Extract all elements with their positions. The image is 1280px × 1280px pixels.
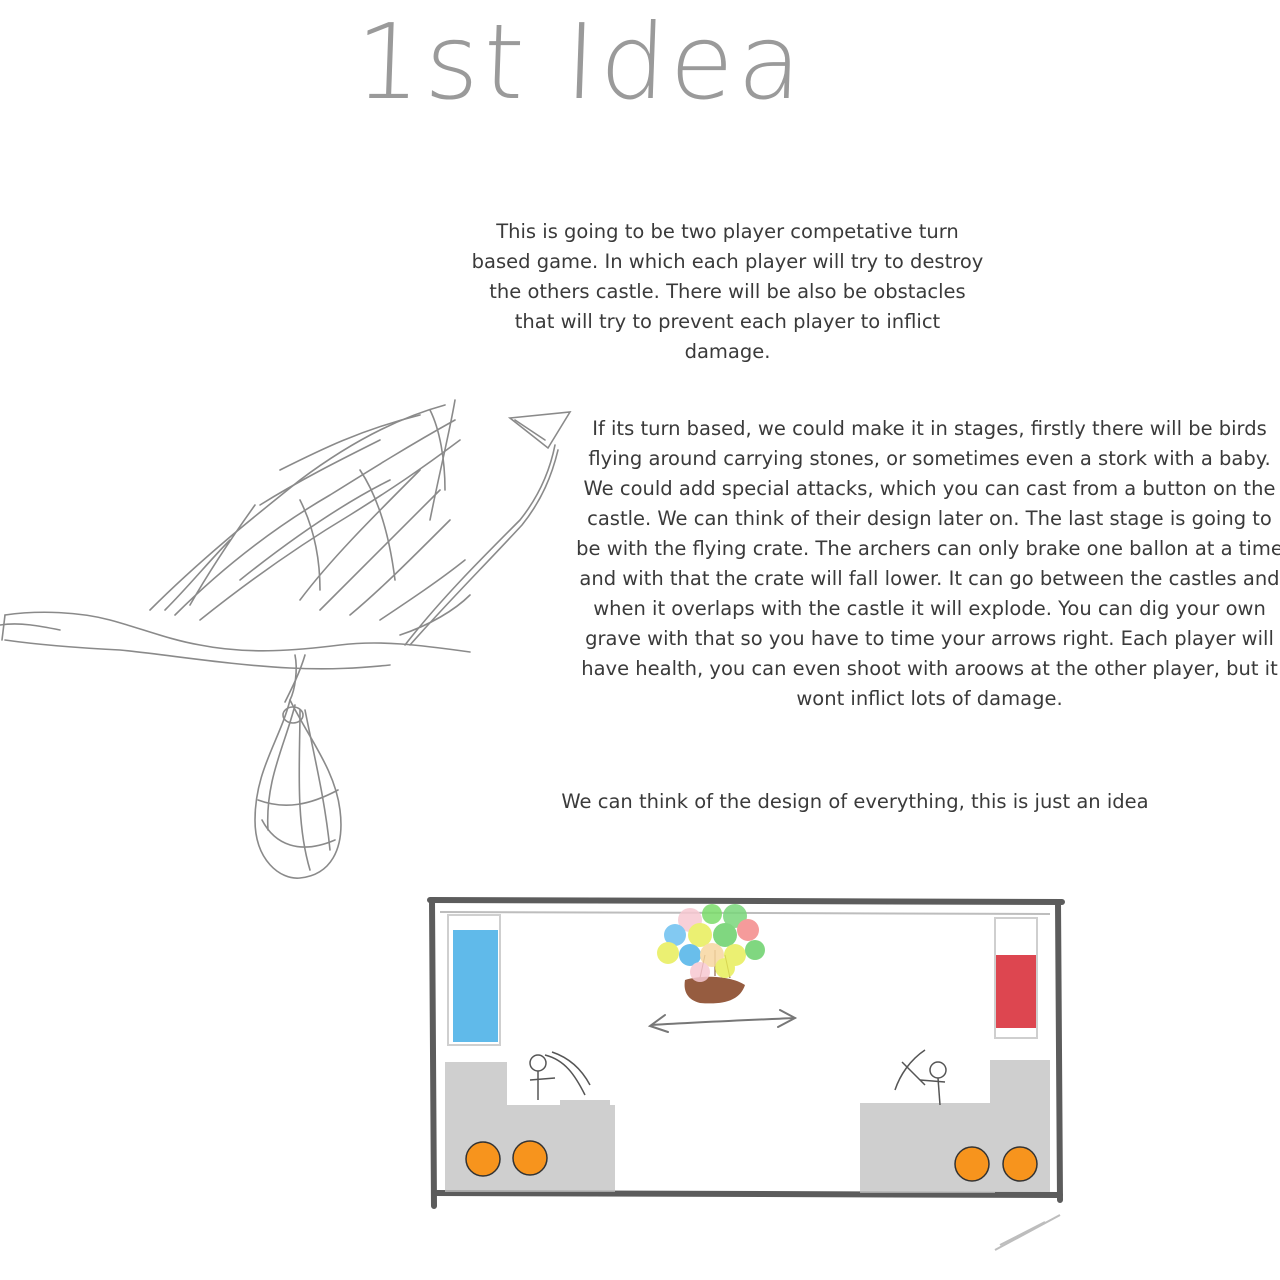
game-mockup-sketch	[427, 897, 1065, 1251]
left-special-button-2	[512, 1140, 548, 1176]
left-special-button-1	[465, 1141, 501, 1177]
right-health-bar	[996, 955, 1036, 1028]
crate	[684, 976, 745, 1004]
left-health-bar	[453, 930, 498, 1042]
balloon-cluster	[657, 904, 765, 982]
right-special-button-1	[954, 1146, 990, 1182]
right-special-button-2	[1002, 1146, 1038, 1182]
